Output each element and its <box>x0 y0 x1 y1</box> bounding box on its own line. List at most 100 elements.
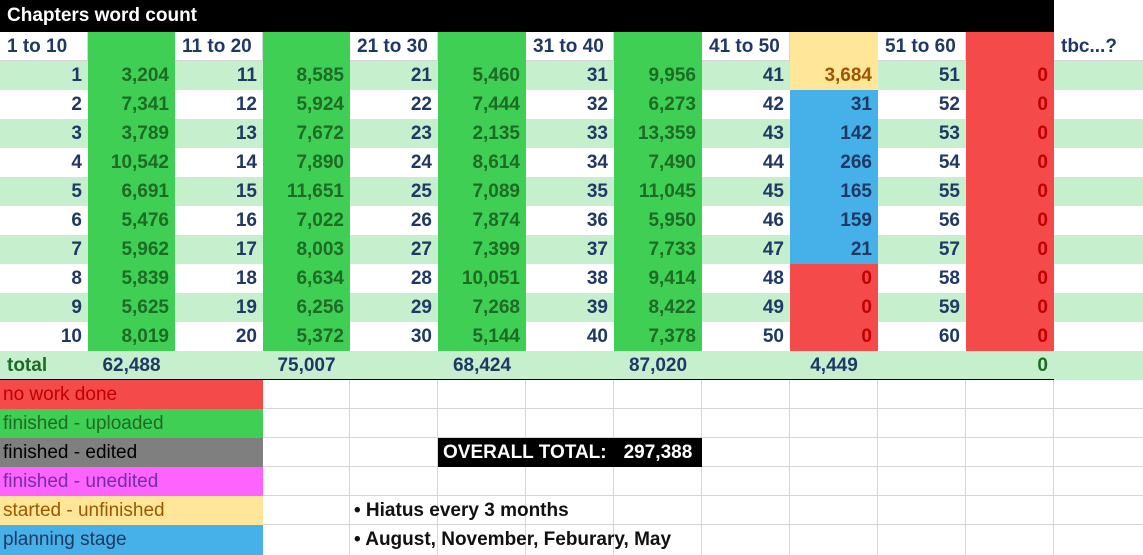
chapter-number[interactable]: 45 <box>702 177 790 206</box>
range-header-3[interactable]: 21 to 30 <box>350 32 438 61</box>
chapter-number[interactable]: 48 <box>702 264 790 293</box>
chapter-word-count[interactable]: 0 <box>966 119 1054 148</box>
chapter-number[interactable]: 55 <box>878 177 966 206</box>
chapter-number[interactable]: 44 <box>702 148 790 177</box>
chapter-number[interactable]: 7 <box>0 235 88 264</box>
chapter-number[interactable]: 56 <box>878 206 966 235</box>
chapter-number[interactable]: 36 <box>526 206 614 235</box>
chapter-number[interactable]: 49 <box>702 293 790 322</box>
group-total[interactable]: 4,449 <box>770 351 898 380</box>
chapter-number[interactable]: 54 <box>878 148 966 177</box>
chapter-word-count[interactable]: 3,789 <box>88 119 175 148</box>
chapter-number[interactable]: 10 <box>0 322 88 351</box>
chapter-word-count[interactable]: 6,273 <box>614 90 702 119</box>
chapter-word-count[interactable]: 0 <box>966 177 1054 206</box>
range-header-swatch-4[interactable] <box>614 32 702 61</box>
chapter-number[interactable]: 42 <box>702 90 790 119</box>
chapter-word-count[interactable]: 0 <box>966 61 1054 90</box>
chapter-word-count[interactable]: 5,460 <box>438 61 526 90</box>
chapter-word-count[interactable]: 0 <box>966 148 1054 177</box>
note-1[interactable]: • Hiatus every 3 months <box>350 496 790 525</box>
chapter-number[interactable]: 31 <box>526 61 614 90</box>
chapter-word-count[interactable]: 165 <box>790 177 878 206</box>
chapter-word-count[interactable]: 11,045 <box>614 177 702 206</box>
chapter-word-count[interactable]: 7,089 <box>438 177 526 206</box>
chapter-number[interactable]: 59 <box>878 293 966 322</box>
chapter-word-count[interactable]: 11,651 <box>263 177 350 206</box>
chapter-word-count[interactable]: 8,019 <box>88 322 175 351</box>
chapter-word-count[interactable]: 9,956 <box>614 61 702 90</box>
tbc-cell[interactable] <box>1054 177 1143 206</box>
chapter-word-count[interactable]: 6,256 <box>263 293 350 322</box>
chapter-number[interactable]: 43 <box>702 119 790 148</box>
chapter-number[interactable]: 47 <box>702 235 790 264</box>
chapter-number[interactable]: 40 <box>526 322 614 351</box>
chapter-number[interactable]: 20 <box>175 322 263 351</box>
chapter-word-count[interactable]: 31 <box>790 90 878 119</box>
chapter-number[interactable]: 23 <box>350 119 438 148</box>
chapter-number[interactable]: 37 <box>526 235 614 264</box>
chapter-word-count[interactable]: 7,672 <box>263 119 350 148</box>
chapter-word-count[interactable]: 13,359 <box>614 119 702 148</box>
chapter-number[interactable]: 38 <box>526 264 614 293</box>
chapter-number[interactable]: 60 <box>878 322 966 351</box>
tbc-cell[interactable] <box>1054 293 1143 322</box>
chapter-number[interactable]: 29 <box>350 293 438 322</box>
tbc-cell[interactable] <box>1054 206 1143 235</box>
tbc-cell[interactable] <box>1054 119 1143 148</box>
chapter-word-count[interactable]: 3,684 <box>790 61 878 90</box>
chapter-word-count[interactable]: 7,444 <box>438 90 526 119</box>
chapter-number[interactable]: 28 <box>350 264 438 293</box>
range-header-4[interactable]: 31 to 40 <box>526 32 614 61</box>
chapter-word-count[interactable]: 8,614 <box>438 148 526 177</box>
chapter-number[interactable]: 2 <box>0 90 88 119</box>
chapter-number[interactable]: 22 <box>350 90 438 119</box>
chapter-number[interactable]: 11 <box>175 61 263 90</box>
chapter-word-count[interactable]: 5,950 <box>614 206 702 235</box>
chapter-number[interactable]: 50 <box>702 322 790 351</box>
chapter-number[interactable]: 14 <box>175 148 263 177</box>
chapter-word-count[interactable]: 5,924 <box>263 90 350 119</box>
range-header-swatch-3[interactable] <box>438 32 526 61</box>
range-header-tbc[interactable]: tbc...? <box>1054 32 1143 61</box>
range-header-2[interactable]: 11 to 20 <box>175 32 263 61</box>
chapter-word-count[interactable]: 5,144 <box>438 322 526 351</box>
note-2[interactable]: • August, November, Feburary, May <box>350 525 790 555</box>
chapter-word-count[interactable]: 5,625 <box>88 293 175 322</box>
chapter-number[interactable]: 16 <box>175 206 263 235</box>
chapter-number[interactable]: 32 <box>526 90 614 119</box>
chapter-number[interactable]: 34 <box>526 148 614 177</box>
chapter-word-count[interactable]: 8,003 <box>263 235 350 264</box>
legend-uploaded[interactable]: finished - uploaded <box>0 409 263 438</box>
tbc-cell[interactable] <box>1054 322 1143 351</box>
chapter-number[interactable]: 35 <box>526 177 614 206</box>
tbc-cell[interactable] <box>1054 61 1143 90</box>
chapter-number[interactable]: 27 <box>350 235 438 264</box>
chapter-word-count[interactable]: 7,341 <box>88 90 175 119</box>
chapter-word-count[interactable]: 7,490 <box>614 148 702 177</box>
chapter-number[interactable]: 30 <box>350 322 438 351</box>
chapter-number[interactable]: 8 <box>0 264 88 293</box>
chapter-word-count[interactable]: 2,135 <box>438 119 526 148</box>
chapter-number[interactable]: 6 <box>0 206 88 235</box>
chapter-word-count[interactable]: 21 <box>790 235 878 264</box>
legend-planning[interactable]: planning stage <box>0 525 263 555</box>
chapter-number[interactable]: 46 <box>702 206 790 235</box>
chapter-number[interactable]: 26 <box>350 206 438 235</box>
chapter-word-count[interactable]: 6,691 <box>88 177 175 206</box>
chapter-number[interactable]: 13 <box>175 119 263 148</box>
chapter-number[interactable]: 41 <box>702 61 790 90</box>
chapter-word-count[interactable]: 6,634 <box>263 264 350 293</box>
chapter-number[interactable]: 18 <box>175 264 263 293</box>
chapter-word-count[interactable]: 10,542 <box>88 148 175 177</box>
chapter-word-count[interactable]: 7,890 <box>263 148 350 177</box>
chapter-word-count[interactable]: 7,733 <box>614 235 702 264</box>
range-header-swatch-6[interactable] <box>966 32 1054 61</box>
legend-started[interactable]: started - unfinished <box>0 496 263 525</box>
chapter-word-count[interactable]: 0 <box>966 90 1054 119</box>
chapter-number[interactable]: 53 <box>878 119 966 148</box>
chapter-number[interactable]: 19 <box>175 293 263 322</box>
chapter-number[interactable]: 5 <box>0 177 88 206</box>
chapter-number[interactable]: 51 <box>878 61 966 90</box>
chapter-word-count[interactable]: 7,268 <box>438 293 526 322</box>
